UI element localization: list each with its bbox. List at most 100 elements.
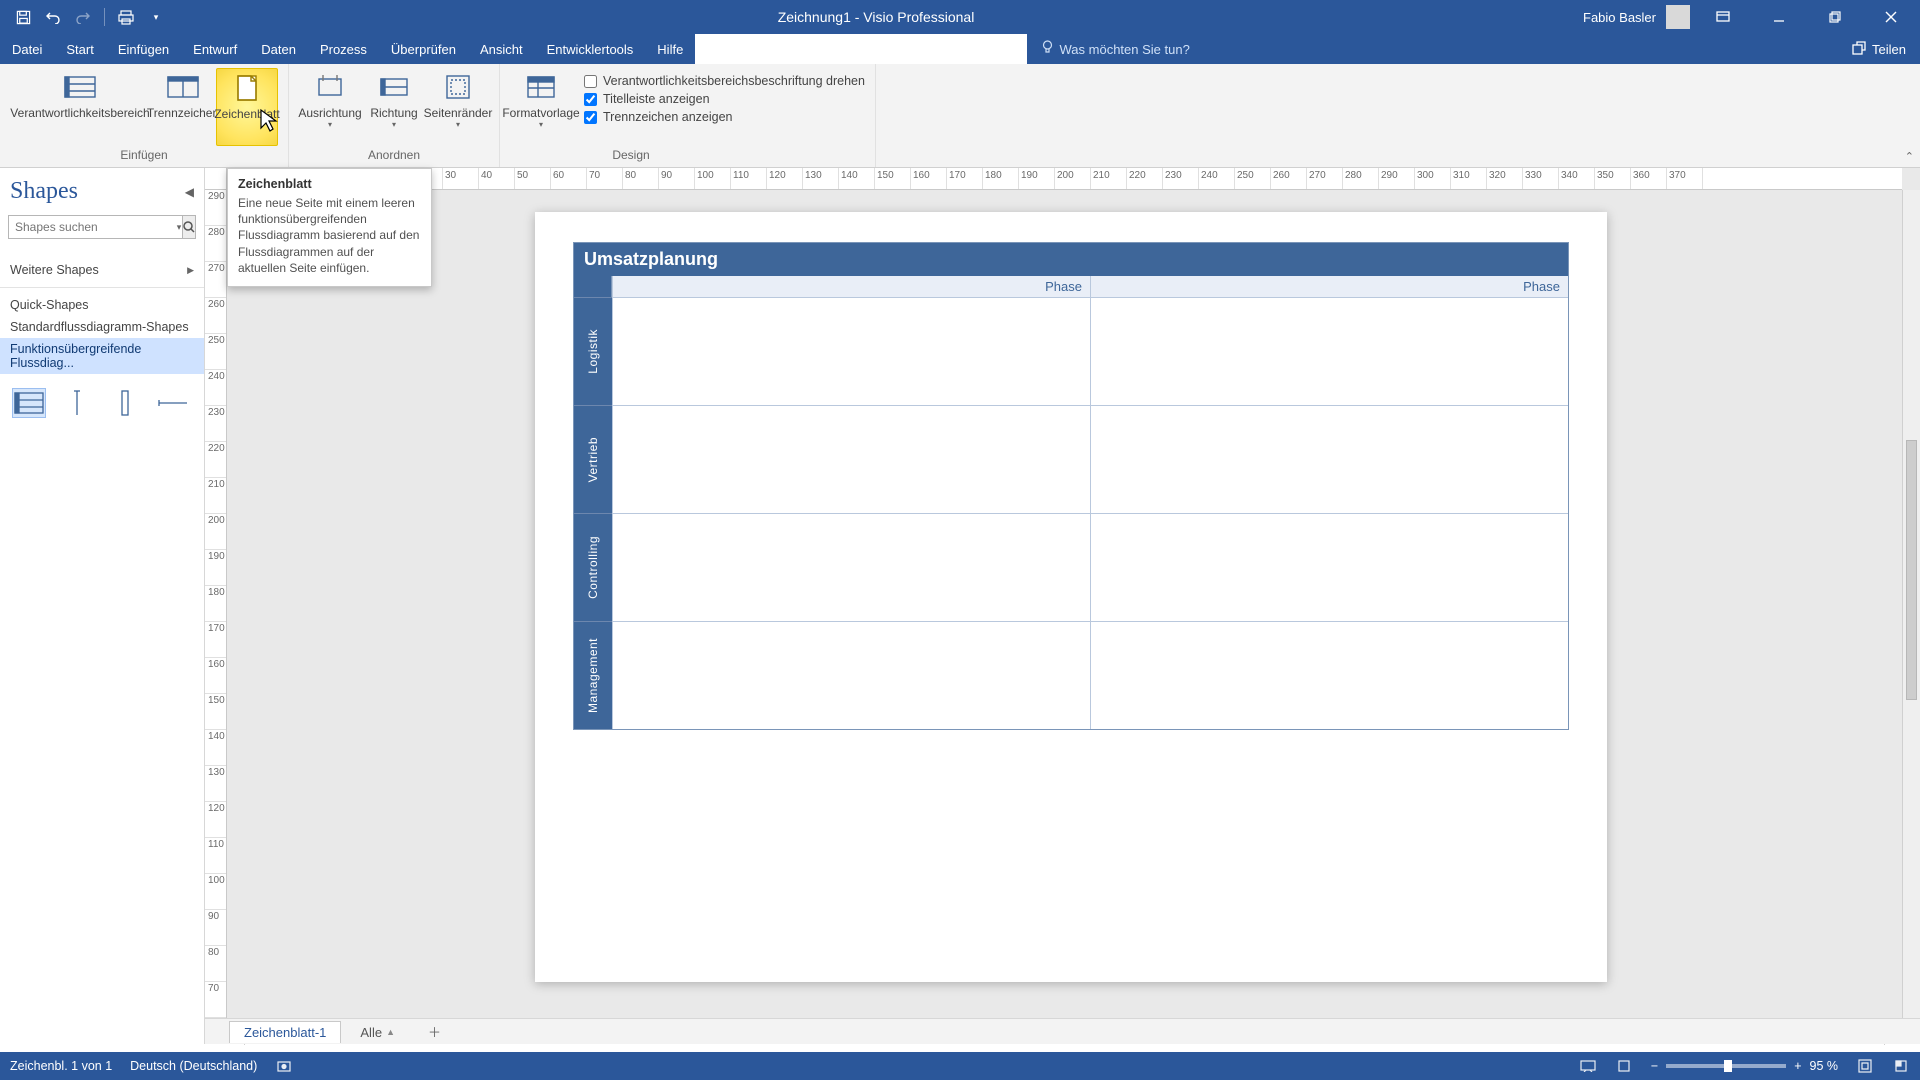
swimlane-shape-icon[interactable]	[12, 388, 46, 418]
cff-title[interactable]: Umsatzplanung	[574, 243, 1568, 276]
search-icon[interactable]	[182, 215, 196, 239]
tab-devtools[interactable]: Entwicklertools	[535, 34, 646, 64]
group-label-insert: Einfügen	[120, 146, 167, 166]
shapes-collapse-icon[interactable]: ◀	[185, 185, 194, 199]
page-button[interactable]: Zeichenblatt	[216, 68, 278, 146]
drawing-page[interactable]: Umsatzplanung Phase Phase Logistik Vertr…	[535, 212, 1607, 982]
ribbon-display-options-icon[interactable]	[1700, 0, 1746, 34]
tab-design[interactable]: Entwurf	[181, 34, 249, 64]
style-button[interactable]: Formatvorlage▾	[510, 68, 572, 146]
share-label: Teilen	[1872, 42, 1906, 57]
page-tab-1[interactable]: Zeichenblatt-1	[229, 1021, 341, 1043]
add-page-icon[interactable]: ＋	[414, 1019, 442, 1044]
separator-label: Trennzeichen	[147, 106, 219, 120]
lane-cell[interactable]	[1090, 513, 1568, 621]
rotate-label-checkbox[interactable]: Verantwortlichkeitsbereichsbeschriftung …	[584, 74, 865, 88]
crossfunctional-container[interactable]: Umsatzplanung Phase Phase Logistik Vertr…	[573, 242, 1569, 730]
shapes-panel: Shapes ◀ ▾ Weitere Shapes▶ Quick-Shapes …	[0, 168, 205, 1044]
tab-review[interactable]: Überprüfen	[379, 34, 468, 64]
lane-header[interactable]: Controlling	[574, 513, 612, 621]
show-title-checkbox[interactable]: Titelleiste anzeigen	[584, 92, 865, 106]
zoom-level[interactable]: 95 %	[1810, 1059, 1839, 1073]
separator-horizontal-shape-icon[interactable]	[156, 388, 190, 418]
lane-cell[interactable]	[612, 621, 1090, 729]
separator-vertical-shape-icon[interactable]	[60, 388, 94, 418]
redo-icon[interactable]	[70, 4, 96, 30]
tab-help[interactable]: Hilfe	[645, 34, 695, 64]
lightbulb-icon	[1041, 40, 1054, 58]
shapes-title: Shapes	[10, 178, 78, 205]
undo-icon[interactable]	[40, 4, 66, 30]
zoom-control: − + 95 %	[1651, 1059, 1838, 1073]
avatar[interactable]	[1666, 5, 1690, 29]
crossfunctional-stencil-item[interactable]: Funktionsübergreifende Flussdiag...	[0, 338, 204, 374]
lane-cell[interactable]	[1090, 405, 1568, 513]
page-tab-all[interactable]: Alle ▲	[345, 1021, 410, 1043]
presentation-mode-icon[interactable]	[1579, 1057, 1597, 1075]
page-tab-bar: Zeichenblatt-1 Alle ▲ ＋	[205, 1018, 1920, 1044]
zoom-out-icon[interactable]: −	[1651, 1059, 1658, 1073]
language[interactable]: Deutsch (Deutschland)	[130, 1059, 257, 1073]
tab-crossfunctional[interactable]: FUNKTIONSÜBERGREIFENDES FLUSSDIAGRAMM	[695, 34, 1026, 64]
save-icon[interactable]	[10, 4, 36, 30]
tab-process[interactable]: Prozess	[308, 34, 379, 64]
user-name[interactable]: Fabio Basler	[1583, 10, 1656, 25]
status-bar: Zeichenbl. 1 von 1 Deutsch (Deutschland)…	[0, 1052, 1920, 1080]
tab-view[interactable]: Ansicht	[468, 34, 535, 64]
separator-button[interactable]: Trennzeichen	[152, 68, 214, 146]
swimlane-button[interactable]: Verantwortlichkeitsbereich	[10, 68, 150, 146]
standard-flowchart-item[interactable]: Standardflussdiagramm-Shapes	[0, 316, 204, 338]
horizontal-ruler: -30-20-100102030405060708090100110120130…	[227, 168, 1902, 190]
phase-header-2[interactable]: Phase	[1090, 276, 1568, 297]
lane-header[interactable]: Logistik	[574, 297, 612, 405]
shape-search-input[interactable]	[8, 215, 176, 239]
phase-header-1[interactable]: Phase	[612, 276, 1090, 297]
separator-vertical2-shape-icon[interactable]	[108, 388, 142, 418]
direction-label: Richtung	[370, 106, 417, 120]
minimize-icon[interactable]	[1756, 0, 1802, 34]
quick-shapes-item[interactable]: Quick-Shapes	[0, 294, 204, 316]
share-button[interactable]: Teilen	[1838, 34, 1920, 64]
direction-button[interactable]: Richtung▾	[363, 68, 425, 146]
group-label-arrange: Anordnen	[368, 146, 420, 166]
vertical-scrollbar[interactable]	[1902, 190, 1920, 1024]
lane-cell[interactable]	[612, 405, 1090, 513]
more-shapes-item[interactable]: Weitere Shapes▶	[0, 259, 204, 281]
zoom-in-icon[interactable]: +	[1794, 1059, 1801, 1073]
menu-bar: Datei Start Einfügen Entwurf Daten Proze…	[0, 34, 1920, 64]
lane-cell[interactable]	[1090, 297, 1568, 405]
tab-start[interactable]: Start	[54, 34, 105, 64]
close-icon[interactable]	[1868, 0, 1914, 34]
page-count[interactable]: Zeichenbl. 1 von 1	[10, 1059, 112, 1073]
lane-header[interactable]: Vertrieb	[574, 405, 612, 513]
ribbon-group-insert: Verantwortlichkeitsbereich Trennzeichen …	[0, 64, 289, 167]
scroll-thumb-v[interactable]	[1906, 440, 1917, 700]
shape-thumbnails	[0, 374, 204, 432]
show-separators-checkbox[interactable]: Trennzeichen anzeigen	[584, 110, 865, 124]
maximize-icon[interactable]	[1812, 0, 1858, 34]
page-width-icon[interactable]	[1615, 1057, 1633, 1075]
tab-data[interactable]: Daten	[249, 34, 308, 64]
quick-access-toolbar: ▾	[0, 4, 169, 30]
margins-button[interactable]: Seitenränder▾	[427, 68, 489, 146]
pan-zoom-icon[interactable]	[1892, 1057, 1910, 1075]
lane-cell[interactable]	[612, 297, 1090, 405]
tell-me[interactable]: Was möchten Sie tun?	[1027, 34, 1204, 64]
macro-record-icon[interactable]	[275, 1057, 293, 1075]
fit-page-icon[interactable]	[1856, 1057, 1874, 1075]
lane-header[interactable]: Management	[574, 621, 612, 729]
orientation-button[interactable]: Ausrichtung▾	[299, 68, 361, 146]
swimlane-label: Verantwortlichkeitsbereich	[10, 106, 149, 120]
qat-customize-icon[interactable]: ▾	[143, 4, 169, 30]
collapse-ribbon-icon[interactable]: ⌃	[1905, 150, 1914, 163]
print-icon[interactable]	[113, 4, 139, 30]
orientation-label: Ausrichtung	[298, 106, 361, 120]
tab-file[interactable]: Datei	[0, 34, 54, 64]
group-label-design: Design	[600, 146, 662, 166]
shape-search: ▾	[8, 215, 196, 239]
canvas[interactable]: -30-20-100102030405060708090100110120130…	[205, 168, 1920, 1044]
lane-cell[interactable]	[1090, 621, 1568, 729]
lane-cell[interactable]	[612, 513, 1090, 621]
tab-insert[interactable]: Einfügen	[106, 34, 181, 64]
zoom-slider[interactable]	[1666, 1064, 1786, 1068]
